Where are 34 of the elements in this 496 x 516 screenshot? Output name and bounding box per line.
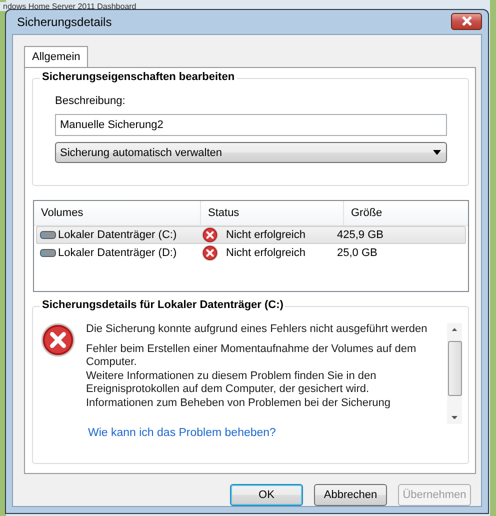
close-icon <box>460 16 474 26</box>
drive-icon <box>40 231 56 239</box>
scroll-up-icon <box>451 328 458 332</box>
size-text: 425,9 GB <box>337 229 384 241</box>
status-text: Nicht erfolgreich <box>226 247 306 259</box>
error-icon <box>202 245 218 261</box>
volume-row[interactable]: Lokaler Datenträger (C:) Nicht erfolgreich 425,9 GB <box>36 226 466 244</box>
size-text: 25,0 GB <box>337 247 378 259</box>
volume-row[interactable]: Lokaler Datenträger (D:) Nicht erfolgreich 25,0 GB <box>36 244 466 262</box>
group-title: Sicherungsdetails für Lokaler Datenträger (C:) <box>40 299 286 311</box>
scroll-down-icon <box>451 416 458 419</box>
volume-name: Lokaler Datenträger (D:) <box>58 247 177 259</box>
error-message: Die Sicherung konnte aufgrund eines Fehlers nicht ausgeführt werden <box>86 323 428 336</box>
error-icon <box>41 323 75 357</box>
field-label: Beschreibung: <box>55 95 126 107</box>
dropdown-arrow-icon <box>433 150 441 155</box>
dialog-button[interactable]: OK <box>230 484 303 506</box>
drive-icon <box>40 249 56 257</box>
dropdown[interactable]: Sicherung automatisch verwalten <box>55 142 447 163</box>
column-header[interactable]: Größe <box>344 201 468 225</box>
description-field[interactable]: Manuelle Sicherung2 <box>55 114 447 136</box>
error-details: Fehler beim Erstellen einer Momentaufnahme der Volumes auf dem Computer. Weitere Informationen zu diesem Problem finden Sie in den Ereignisprotokollen auf dem Computer, der gesichert wird. Informationen zum Beheben von Problemen bei der Sicherung <box>86 342 418 410</box>
status-text: Nicht erfolgreich <box>226 229 306 241</box>
group-title: Sicherungseigenschaften bearbeiten <box>40 71 237 83</box>
column-header[interactable]: Status <box>201 201 344 225</box>
tab[interactable]: Allgemein <box>24 46 88 67</box>
column-header[interactable]: Volumes <box>34 201 201 225</box>
help-link[interactable]: Wie kann ich das Problem beheben? <box>88 427 462 439</box>
window-title: Sicherungsdetails <box>17 15 112 29</box>
dialog-button[interactable]: Abbrechen <box>314 484 387 506</box>
error-icon <box>202 227 218 243</box>
close-button[interactable] <box>451 12 482 30</box>
volume-name: Lokaler Datenträger (C:) <box>58 229 177 241</box>
scrollbar[interactable] <box>447 323 462 424</box>
